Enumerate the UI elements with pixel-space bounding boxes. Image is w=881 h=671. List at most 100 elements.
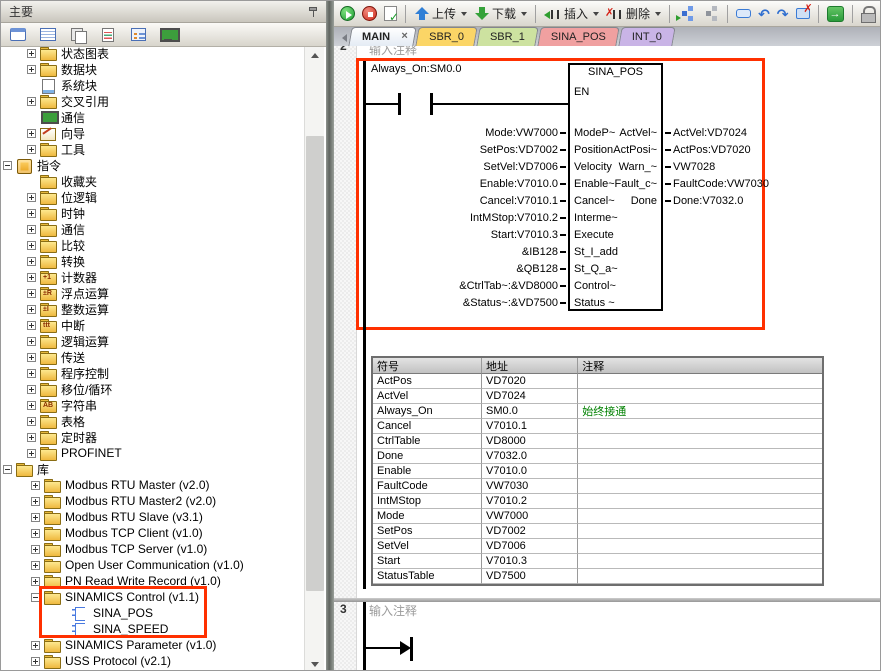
address-cell[interactable]: V7010.0	[482, 464, 578, 479]
compile-button[interactable]	[382, 3, 399, 25]
communications-icon[interactable]	[157, 25, 179, 45]
tree-item[interactable]: Modbus TCP Server (v1.0)	[31, 541, 303, 557]
tree-item[interactable]: USS Protocol (v2.1)	[31, 653, 303, 669]
symbol-column-header[interactable]: 符号	[373, 358, 482, 374]
tree-item-label[interactable]: 工具	[61, 141, 85, 158]
run-button[interactable]	[338, 3, 357, 25]
insert-caret-icon[interactable]	[593, 12, 599, 16]
symbol-cell[interactable]: Mode	[373, 509, 482, 524]
expander-icon[interactable]	[27, 369, 36, 378]
expander-icon[interactable]	[3, 465, 12, 474]
pin-icon[interactable]	[308, 6, 318, 18]
tree-item[interactable]: 通信	[27, 221, 303, 237]
tree-item[interactable]: 时钟	[27, 205, 303, 221]
comment-cell[interactable]	[578, 494, 822, 509]
undo-button[interactable]: ↶	[756, 3, 772, 25]
tree-item-label[interactable]: 数据块	[61, 61, 97, 78]
comment-cell[interactable]	[578, 509, 822, 524]
comment-cell[interactable]	[578, 524, 822, 539]
tree-item-label[interactable]: SINA_POS	[93, 606, 153, 620]
tree-item-label[interactable]: 字符串	[61, 397, 97, 414]
scrollbar-thumb[interactable]	[306, 136, 324, 591]
upload-caret-icon[interactable]	[461, 12, 467, 16]
expander-icon[interactable]	[27, 65, 36, 74]
address-cell[interactable]: VD8000	[482, 434, 578, 449]
tree-item[interactable]: Modbus RTU Master (v2.0)	[31, 477, 303, 493]
tree-item[interactable]: 表格	[27, 413, 303, 429]
expander-icon[interactable]	[3, 161, 12, 170]
pou-tab[interactable]: SBR_1 ×	[478, 27, 537, 46]
input-operand[interactable]: IntMStop:V7010.2	[470, 212, 558, 224]
pou-tab[interactable]: SINA_POS ×	[539, 27, 618, 46]
delete-button[interactable]: 删除	[604, 3, 663, 25]
tree-item[interactable]: SINAMICS Parameter (v1.0)	[31, 637, 303, 653]
tree-item[interactable]: 工具	[27, 141, 303, 157]
tree-item[interactable]: ±R 浮点运算	[27, 285, 303, 301]
previous-network-button[interactable]	[700, 3, 721, 25]
comment-cell[interactable]	[578, 389, 822, 404]
clear-button[interactable]	[794, 3, 812, 25]
output-operand[interactable]: VW7028	[673, 161, 715, 173]
tree-item-label[interactable]: 位逻辑	[61, 189, 97, 206]
expander-icon[interactable]	[27, 241, 36, 250]
tree-item[interactable]: Open User Communication (v1.0)	[31, 557, 303, 573]
contact-operand[interactable]: Always_On:SM0.0	[371, 63, 461, 75]
tree-item[interactable]: SINA_POS	[59, 605, 303, 621]
tree-item-label[interactable]: Modbus RTU Master2 (v2.0)	[65, 494, 216, 508]
tree-item[interactable]: 转换	[27, 253, 303, 269]
tree-item-label[interactable]: SINAMICS Parameter (v1.0)	[65, 638, 216, 652]
expander-icon[interactable]	[27, 97, 36, 106]
input-operand[interactable]: Start:V7010.3	[491, 229, 558, 241]
address-cell[interactable]: V7010.1	[482, 419, 578, 434]
symbol-cell[interactable]: ActVel	[373, 389, 482, 404]
input-operand[interactable]: Mode:VW7000	[485, 127, 558, 139]
tree-item[interactable]: 向导	[27, 125, 303, 141]
tree-item[interactable]: Modbus TCP Client (v1.0)	[31, 525, 303, 541]
tree-item[interactable]: 系统块	[27, 77, 303, 93]
data-block-icon[interactable]	[97, 25, 119, 45]
program-window-icon[interactable]	[7, 25, 29, 45]
tree-item-label[interactable]: 整数运算	[61, 301, 109, 318]
pou-tab[interactable]: INT_0 ×	[620, 27, 674, 46]
expander-icon[interactable]	[27, 305, 36, 314]
expander-icon[interactable]	[31, 497, 40, 506]
tree-item-label[interactable]: 中断	[61, 317, 85, 334]
download-caret-icon[interactable]	[521, 12, 527, 16]
scroll-up-button[interactable]	[305, 47, 325, 63]
input-operand[interactable]: &CtrlTab~:&VD8000	[459, 280, 558, 292]
tab-label[interactable]: SBR_1	[490, 31, 525, 43]
expander-icon[interactable]	[31, 577, 40, 586]
comment-cell[interactable]	[578, 449, 822, 464]
expander-icon[interactable]	[27, 449, 36, 458]
tree-item-label[interactable]: 时钟	[61, 205, 85, 222]
address-cell[interactable]: VD7020	[482, 374, 578, 389]
upload-button[interactable]: 上传	[412, 3, 469, 25]
expander-icon[interactable]	[31, 529, 40, 538]
output-operand[interactable]: ActVel:VD7024	[673, 127, 747, 139]
tree-item[interactable]: SINAMICS Control (v1.1)	[31, 589, 303, 605]
pou-tab[interactable]: SBR_0 ×	[417, 27, 476, 46]
tree-item[interactable]: ±I 整数运算	[27, 301, 303, 317]
tree-item-label[interactable]: 转换	[61, 253, 85, 270]
expander-icon[interactable]	[27, 225, 36, 234]
tree-item-label[interactable]: 指令	[37, 157, 61, 174]
status-chart-icon[interactable]	[67, 25, 89, 45]
input-operand[interactable]: Enable:V7010.0	[480, 178, 558, 190]
cross-reference-icon[interactable]	[127, 25, 149, 45]
tab-label[interactable]: INT_0	[632, 31, 662, 43]
expander-icon[interactable]	[27, 49, 36, 58]
tree-item-label[interactable]: PN Read Write Record (v1.0)	[65, 574, 221, 588]
tree-item-label[interactable]: 系统块	[61, 77, 97, 94]
tree-item[interactable]: PN Read Write Record (v1.0)	[31, 573, 303, 589]
tree-item-label[interactable]: 通信	[61, 109, 85, 126]
tree-item-label[interactable]: 计数器	[61, 269, 97, 286]
address-cell[interactable]: VD7500	[482, 569, 578, 584]
expander-icon[interactable]	[27, 145, 36, 154]
input-operand[interactable]: &Status~:&VD7500	[463, 297, 558, 309]
next-network-button[interactable]	[676, 3, 697, 25]
tree-item-label[interactable]: USS Protocol (v2.1)	[65, 654, 171, 668]
tree-item[interactable]: PROFINET	[27, 445, 303, 461]
comment-cell[interactable]	[578, 554, 822, 569]
tree-item-label[interactable]: 库	[37, 461, 49, 478]
edit-cursor-bar[interactable]	[410, 637, 413, 661]
